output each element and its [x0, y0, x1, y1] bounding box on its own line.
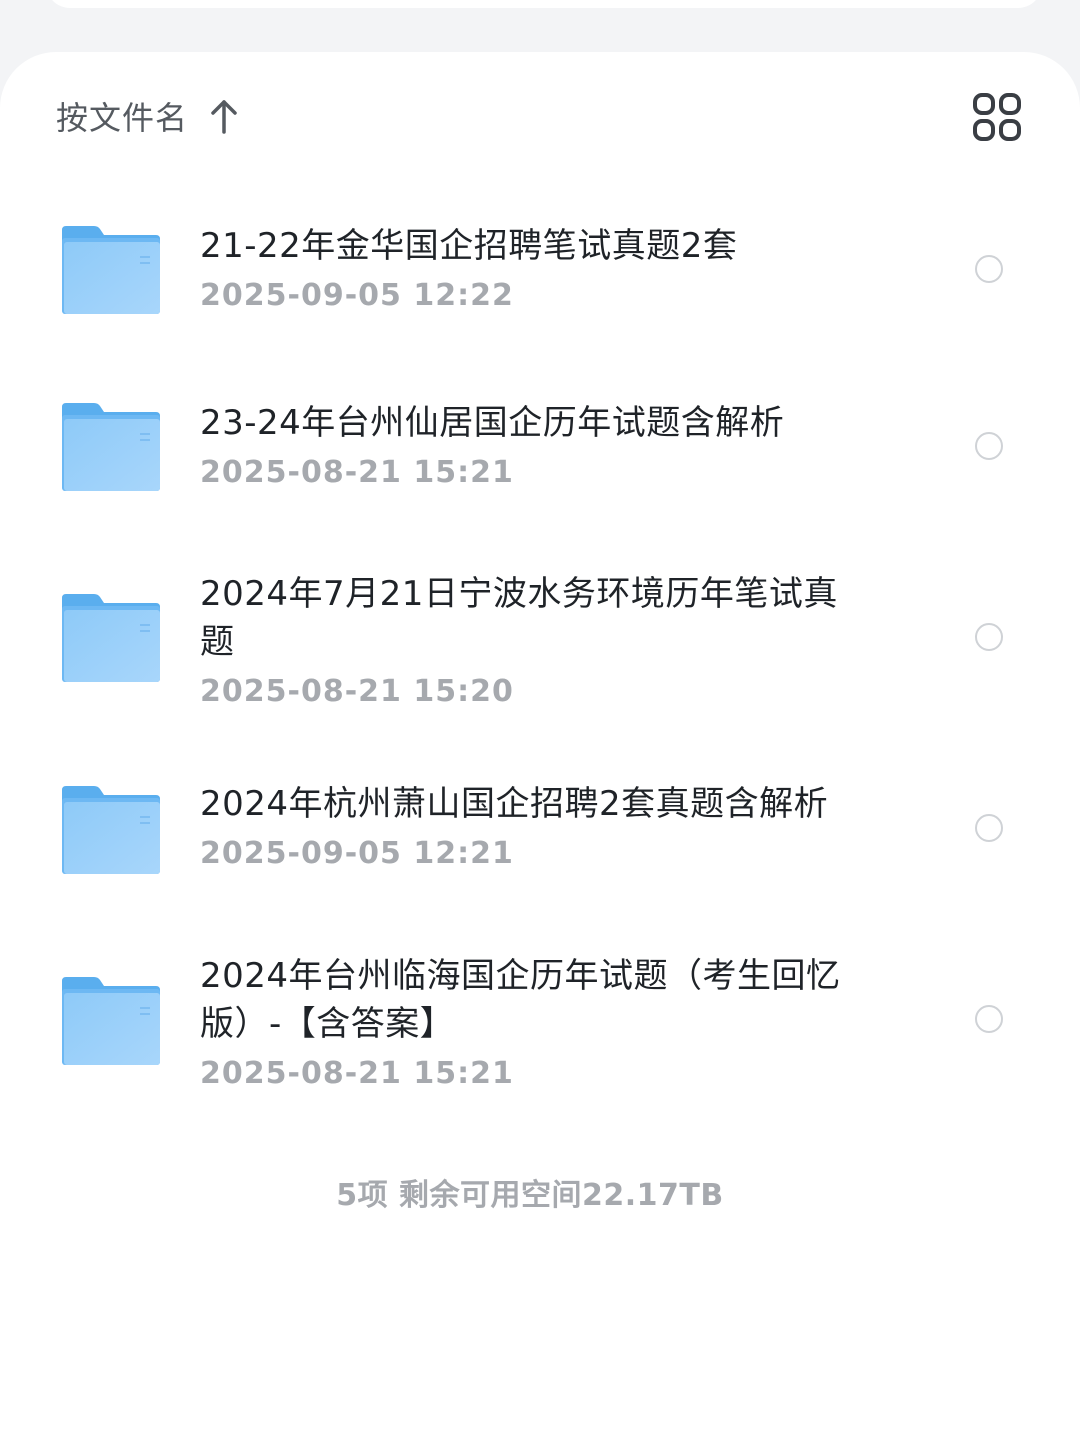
file-time: 2025-08-21 15:21	[200, 1056, 514, 1091]
file-row[interactable]: 23-24年台州仙居国企历年试题含解析 2025-08-21 15:21	[0, 388, 1080, 518]
folder-icon	[60, 592, 162, 684]
file-time: 2025-08-21 15:20	[200, 674, 514, 709]
grid-view-icon[interactable]	[972, 92, 1022, 142]
select-radio[interactable]	[975, 432, 1003, 460]
file-name: 2024年台州临海国企历年试题（考生回忆版）-【含答案】	[200, 956, 841, 1044]
file-time: 2025-09-05 12:22	[200, 278, 514, 313]
sort-by-name-button[interactable]: 按文件名	[56, 92, 240, 140]
file-time: 2025-09-05 12:21	[200, 836, 514, 871]
file-name: 2024年杭州萧山国企招聘2套真题含解析	[200, 784, 829, 824]
arrow-up-icon	[211, 100, 237, 134]
storage-summary: 5项 剩余可用空间22.17TB	[336, 1178, 724, 1213]
file-row[interactable]: 2024年台州临海国企历年试题（考生回忆版）-【含答案】 2025-08-21 …	[0, 950, 1080, 1110]
folder-icon	[60, 224, 162, 316]
file-time: 2025-08-21 15:21	[200, 455, 514, 490]
sort-label: 按文件名	[56, 99, 189, 137]
file-name: 21-22年金华国企招聘笔试真题2套	[200, 226, 738, 266]
top-card	[46, 0, 1042, 8]
file-row[interactable]: 2024年7月21日宁波水务环境历年笔试真题 2025-08-21 15:20	[0, 560, 1080, 730]
file-row[interactable]: 21-22年金华国企招聘笔试真题2套 2025-09-05 12:22	[0, 210, 1080, 340]
folder-icon	[60, 975, 162, 1067]
select-radio[interactable]	[975, 255, 1003, 283]
folder-icon	[60, 784, 162, 876]
select-radio[interactable]	[975, 1005, 1003, 1033]
file-name: 23-24年台州仙居国企历年试题含解析	[200, 403, 785, 443]
file-row[interactable]: 2024年杭州萧山国企招聘2套真题含解析 2025-09-05 12:21	[0, 770, 1080, 900]
select-radio[interactable]	[975, 814, 1003, 842]
select-radio[interactable]	[975, 623, 1003, 651]
file-name: 2024年7月21日宁波水务环境历年笔试真题	[200, 574, 838, 662]
folder-icon	[60, 401, 162, 493]
